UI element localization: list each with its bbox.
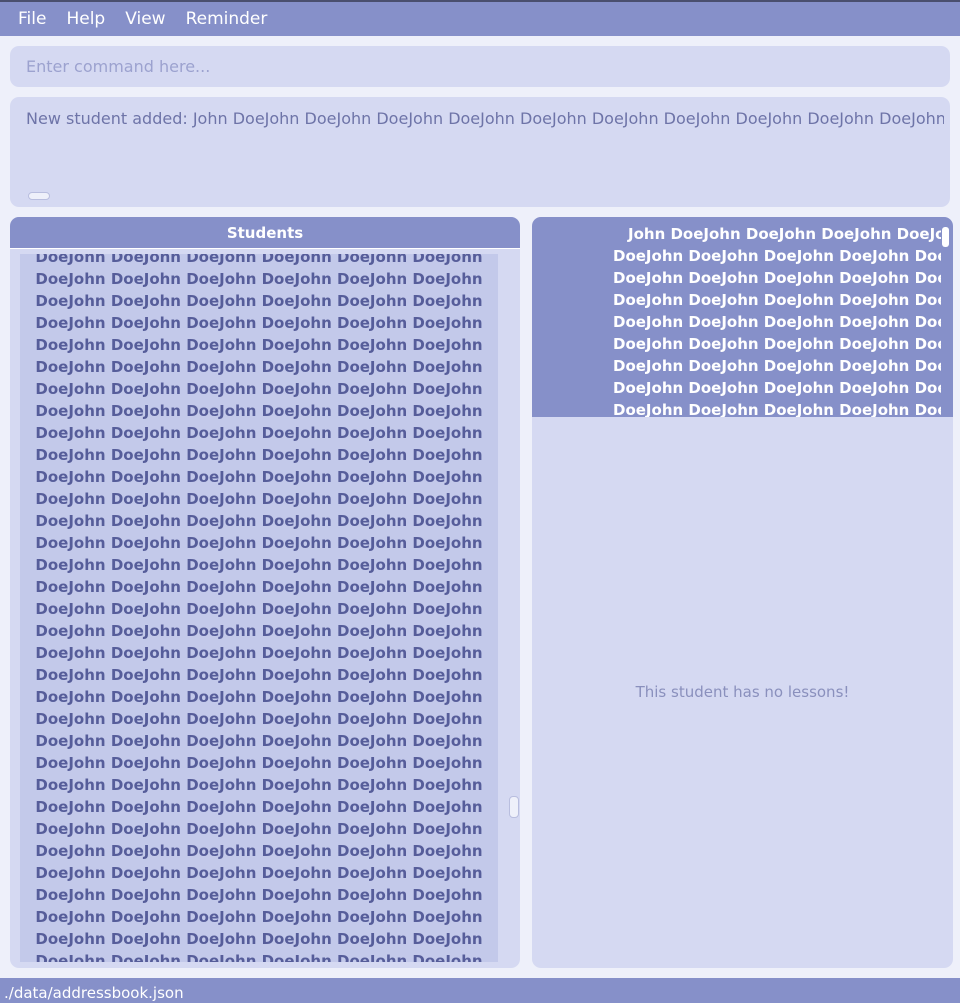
student-list-line: DoeJohn DoeJohn DoeJohn DoeJohn DoeJohn … [35, 930, 483, 948]
student-list-line: DoeJohn DoeJohn DoeJohn DoeJohn DoeJohn … [35, 688, 483, 706]
menu-help[interactable]: Help [56, 2, 115, 36]
student-list-line: DoeJohn DoeJohn DoeJohn DoeJohn DoeJohn … [35, 842, 483, 860]
student-name: John DoeJohn DoeJohn DoeJohn DoeJohn DoeJ… [613, 223, 941, 417]
student-name-line: DoeJohn DoeJohn DoeJohn DoeJohn DoeJohn [613, 335, 941, 353]
student-list-line: DoeJohn DoeJohn DoeJohn DoeJohn DoeJohn … [35, 270, 483, 288]
student-list-line: DoeJohn DoeJohn DoeJohn DoeJohn DoeJohn … [35, 710, 483, 728]
student-list-line: DoeJohn DoeJohn DoeJohn DoeJohn DoeJohn … [35, 490, 483, 508]
student-detail-panel: John DoeJohn DoeJohn DoeJohn DoeJohn DoeJ… [532, 217, 953, 968]
student-list-line: DoeJohn DoeJohn DoeJohn DoeJohn DoeJohn … [35, 864, 483, 882]
student-list-line: DoeJohn DoeJohn DoeJohn DoeJohn DoeJohn … [35, 952, 483, 962]
student-list-line: DoeJohn DoeJohn DoeJohn DoeJohn DoeJohn … [35, 776, 483, 794]
student-list-line: DoeJohn DoeJohn DoeJohn DoeJohn DoeJohn … [35, 336, 483, 354]
student-list-line: DoeJohn DoeJohn DoeJohn DoeJohn DoeJohn … [35, 254, 483, 266]
student-list-line: DoeJohn DoeJohn DoeJohn DoeJohn DoeJohn … [35, 534, 483, 552]
student-list-line: DoeJohn DoeJohn DoeJohn DoeJohn DoeJohn … [35, 644, 483, 662]
command-input[interactable] [10, 46, 950, 87]
student-list-line: DoeJohn DoeJohn DoeJohn DoeJohn DoeJohn … [35, 314, 483, 332]
student-list-line: DoeJohn DoeJohn DoeJohn DoeJohn DoeJohn … [35, 512, 483, 530]
student-name-line: DoeJohn DoeJohn DoeJohn DoeJohn DoeJohn [613, 401, 941, 417]
student-list-line: DoeJohn DoeJohn DoeJohn DoeJohn DoeJohn … [35, 556, 483, 574]
menu-reminder[interactable]: Reminder [176, 2, 278, 36]
result-horizontal-scrollbar[interactable] [28, 192, 50, 200]
student-list-line: DoeJohn DoeJohn DoeJohn DoeJohn DoeJohn … [35, 468, 483, 486]
result-message: New student added: John DoeJohn DoeJohn … [26, 109, 944, 128]
result-display[interactable]: New student added: John DoeJohn DoeJohn … [10, 97, 950, 207]
menu-view[interactable]: View [115, 2, 175, 36]
student-name-box[interactable]: John DoeJohn DoeJohn DoeJohn DoeJohn DoeJ… [532, 217, 953, 417]
student-list-line: DoeJohn DoeJohn DoeJohn DoeJohn DoeJohn … [35, 292, 483, 310]
student-name-line: DoeJohn DoeJohn DoeJohn DoeJohn DoeJohn [613, 379, 941, 397]
student-list-line: DoeJohn DoeJohn DoeJohn DoeJohn DoeJohn … [35, 666, 483, 684]
student-name-line: DoeJohn DoeJohn DoeJohn DoeJohn DoeJohn [613, 269, 941, 287]
student-list-line: DoeJohn DoeJohn DoeJohn DoeJohn DoeJohn … [35, 886, 483, 904]
student-list-line: DoeJohn DoeJohn DoeJohn DoeJohn DoeJohn … [35, 820, 483, 838]
student-list-line: DoeJohn DoeJohn DoeJohn DoeJohn DoeJohn … [35, 754, 483, 772]
student-list-line: DoeJohn DoeJohn DoeJohn DoeJohn DoeJohn … [35, 908, 483, 926]
student-list-line: DoeJohn DoeJohn DoeJohn DoeJohn DoeJohn … [35, 600, 483, 618]
student-list-line: DoeJohn DoeJohn DoeJohn DoeJohn DoeJohn … [35, 798, 483, 816]
student-name-scrollbar[interactable] [942, 227, 949, 247]
menu-bar: File Help View Reminder [0, 2, 960, 36]
no-lessons-message: This student has no lessons! [635, 683, 850, 701]
student-name-line: DoeJohn DoeJohn DoeJohn DoeJohn DoeJohn [613, 357, 941, 375]
student-name-line: DoeJohn DoeJohn DoeJohn DoeJohn DoeJohn [613, 247, 941, 265]
student-name-line: DoeJohn DoeJohn DoeJohn DoeJohn DoeJohn [613, 313, 941, 331]
student-name-line: John DoeJohn DoeJohn DoeJohn DoeJohn [628, 225, 941, 243]
student-list-line: DoeJohn DoeJohn DoeJohn DoeJohn DoeJohn … [35, 578, 483, 596]
student-list-line: DoeJohn DoeJohn DoeJohn DoeJohn DoeJohn … [35, 446, 483, 464]
save-file-path: ./data/addressbook.json [4, 984, 184, 1002]
student-list-content: DoeJohn DoeJohn DoeJohn DoeJohn DoeJohn … [20, 254, 498, 962]
students-panel: Students DoeJohn DoeJohn DoeJohn DoeJohn… [10, 217, 520, 968]
student-list-line: DoeJohn DoeJohn DoeJohn DoeJohn DoeJohn … [35, 424, 483, 442]
student-list-line: DoeJohn DoeJohn DoeJohn DoeJohn DoeJohn … [35, 380, 483, 398]
student-name-line: DoeJohn DoeJohn DoeJohn DoeJohn DoeJohn [613, 291, 941, 309]
status-bar: ./data/addressbook.json [0, 978, 960, 1003]
student-list-line: DoeJohn DoeJohn DoeJohn DoeJohn DoeJohn … [35, 732, 483, 750]
student-list-scrollbar[interactable] [509, 796, 519, 818]
students-panel-title: Students [10, 217, 520, 249]
student-list-line: DoeJohn DoeJohn DoeJohn DoeJohn DoeJohn … [35, 358, 483, 376]
menu-file[interactable]: File [8, 2, 56, 36]
student-list-line: DoeJohn DoeJohn DoeJohn DoeJohn DoeJohn … [35, 402, 483, 420]
student-list[interactable]: DoeJohn DoeJohn DoeJohn DoeJohn DoeJohn … [20, 254, 498, 962]
student-list-line: DoeJohn DoeJohn DoeJohn DoeJohn DoeJohn … [35, 622, 483, 640]
